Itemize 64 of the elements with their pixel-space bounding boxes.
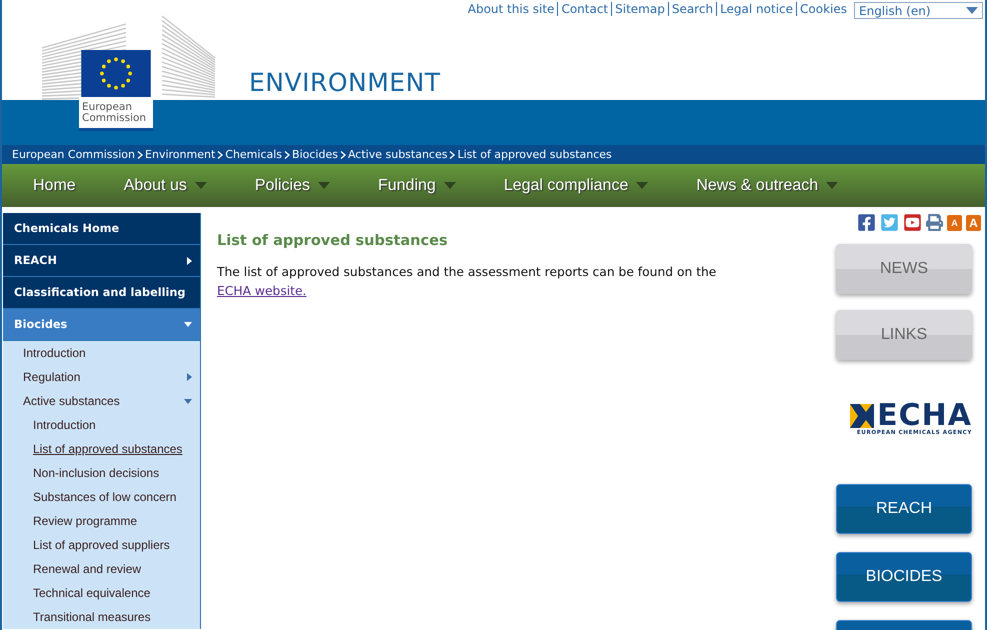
top-link[interactable]: Sitemap xyxy=(611,2,668,16)
nav-item[interactable]: Policies xyxy=(254,176,330,194)
facebook-icon[interactable] xyxy=(857,213,876,232)
side-button[interactable]: NEWS xyxy=(836,244,972,294)
caret-icon xyxy=(184,322,192,327)
chevron-icon xyxy=(137,150,144,158)
top-link[interactable]: Contact xyxy=(557,2,612,16)
nav-item[interactable]: About us xyxy=(124,176,207,194)
nav-item[interactable]: Legal compliance xyxy=(504,176,648,194)
echa-link[interactable]: ECHA website. xyxy=(217,284,306,298)
sidebar-subitem[interactable]: Transitional measures xyxy=(3,605,201,629)
caret-icon xyxy=(194,182,207,189)
top-link[interactable]: About this site xyxy=(464,2,558,16)
language-select[interactable]: English (en) xyxy=(854,2,983,19)
nav-item[interactable]: News & outreach xyxy=(696,176,838,194)
chevron-icon xyxy=(449,150,456,158)
sidebar-subitem[interactable]: Regulation xyxy=(3,365,201,389)
chevron-icon xyxy=(284,150,290,158)
chevron-icon xyxy=(340,150,346,158)
top-link[interactable]: Legal notice xyxy=(716,2,796,16)
caret-icon xyxy=(187,373,192,381)
top-link[interactable]: Cookies xyxy=(796,2,850,16)
breadcrumb-link[interactable]: Active substances xyxy=(348,148,448,161)
sidebar-subitem[interactable]: Technical equivalence xyxy=(3,581,201,605)
caret-icon xyxy=(318,182,330,189)
breadcrumb-link[interactable]: European Commission xyxy=(12,148,136,161)
nav-item[interactable]: Funding xyxy=(378,176,456,194)
caret-icon xyxy=(444,182,456,189)
sidebar-subitem[interactable]: List of approved substances xyxy=(3,437,201,461)
section-button[interactable]: REACH xyxy=(836,484,972,534)
site-title: ENVIRONMENT xyxy=(249,68,441,97)
sidebar-subitem[interactable]: Renewal and review xyxy=(3,557,201,581)
breadcrumb-link[interactable]: Environment xyxy=(145,148,216,161)
breadcrumb-link[interactable]: List of approved substances xyxy=(457,148,612,161)
caret-icon xyxy=(187,256,192,264)
eu-flag-icon xyxy=(79,50,153,97)
page-heading: List of approved substances xyxy=(217,233,449,249)
side-button[interactable]: LINKS xyxy=(836,310,972,360)
sidebar-subitem[interactable]: Introduction xyxy=(3,413,201,437)
sidebar-item[interactable]: REACH xyxy=(3,245,201,277)
sidebar-subitem[interactable]: Non-inclusion decisions xyxy=(3,461,201,485)
youtube-icon[interactable] xyxy=(903,213,922,232)
sidebar-subitem[interactable]: Substances of low concern xyxy=(3,485,201,509)
chevron-icon xyxy=(217,150,224,158)
section-button[interactable]: BIOCIDES xyxy=(836,552,972,602)
caret-icon xyxy=(636,182,648,189)
breadcrumb-link[interactable]: Biocides xyxy=(292,148,338,161)
nav-item[interactable]: Home xyxy=(33,176,76,194)
sidebar-subitem[interactable]: Review programme xyxy=(3,509,201,533)
dropdown-arrow-icon xyxy=(966,7,978,14)
caret-icon xyxy=(826,182,838,189)
echa-emblem-icon xyxy=(850,404,874,428)
breadcrumb-link[interactable]: Chemicals xyxy=(225,148,282,161)
caret-icon xyxy=(184,398,192,404)
print-icon[interactable] xyxy=(926,214,943,231)
sidebar-subitem[interactable]: List of approved suppliers xyxy=(3,533,201,557)
sidebar-item[interactable]: Chemicals Home xyxy=(3,213,201,245)
sidebar-subitem[interactable]: Active substances xyxy=(3,389,201,413)
body-text: The list of approved substances and the assessment reports can be found on the ECHA website. xyxy=(217,264,718,300)
logo-text: European Commission xyxy=(79,97,153,131)
sidebar-item[interactable]: Classification and labelling xyxy=(3,277,201,309)
sidebar-subitem[interactable]: Introduction xyxy=(3,341,201,365)
top-link[interactable]: Search xyxy=(668,2,716,16)
sidebar-item[interactable]: Biocides xyxy=(3,309,201,341)
